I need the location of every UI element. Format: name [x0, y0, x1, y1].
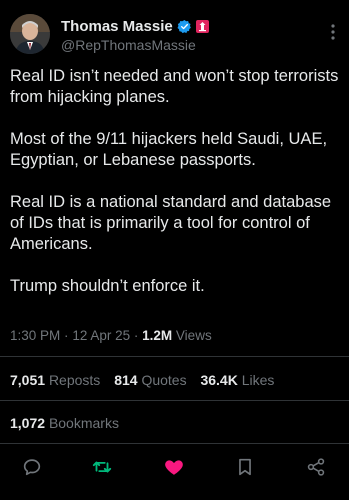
bookmarks-count: 1,072	[10, 415, 46, 431]
quotes-stat[interactable]: 814 Quotes	[114, 372, 190, 388]
views-count[interactable]: 1.2M	[142, 328, 172, 343]
tweet-date[interactable]: 12 Apr 25	[72, 328, 130, 343]
tweet-header: Thomas Massie @RepThomasMassie	[0, 0, 349, 62]
repost-icon[interactable]	[91, 456, 113, 478]
meta-separator: ·	[64, 328, 69, 343]
display-name[interactable]: Thomas Massie	[61, 18, 173, 35]
reposts-label: Reposts	[48, 372, 101, 388]
engagement-stats: 7,051 Reposts 814 Quotes 36.4K Likes	[10, 372, 284, 388]
action-bar	[0, 456, 349, 480]
tweet-paragraph: Trump shouldn’t enforce it.	[10, 277, 205, 295]
verified-badge-icon[interactable]	[177, 19, 192, 34]
likes-label: Likes	[241, 372, 275, 388]
quotes-count: 814	[114, 372, 138, 388]
views-label: Views	[175, 328, 212, 343]
author-handle[interactable]: @RepThomasMassie	[61, 37, 196, 53]
like-heart-icon[interactable]	[163, 456, 185, 478]
author-name-row: Thomas Massie	[61, 17, 209, 35]
tweet-meta: 1:30 PM · 12 Apr 25 · 1.2M Views	[10, 328, 212, 343]
avatar[interactable]	[10, 14, 50, 54]
divider	[0, 443, 349, 444]
bookmarks-label: Bookmarks	[48, 415, 119, 431]
tweet-time[interactable]: 1:30 PM	[10, 328, 60, 343]
likes-count: 36.4K	[200, 372, 238, 388]
divider	[0, 400, 349, 401]
reposts-count: 7,051	[10, 372, 46, 388]
divider	[0, 356, 349, 357]
bookmark-icon[interactable]	[234, 456, 256, 478]
tweet-paragraph: Real ID isn’t needed and won’t stop terr…	[10, 67, 339, 106]
tweet-paragraph: Most of the 9/11 hijackers held Saudi, U…	[10, 130, 328, 169]
bookmarks-stat[interactable]: 1,072 Bookmarks	[10, 415, 119, 431]
reply-icon[interactable]	[21, 456, 43, 478]
government-affiliation-icon[interactable]	[195, 19, 209, 33]
tweet-text: Real ID isn’t needed and won’t stop terr…	[10, 66, 340, 297]
likes-stat[interactable]: 36.4K Likes	[200, 372, 274, 388]
meta-separator: ·	[133, 328, 139, 343]
avatar-photo-icon	[10, 14, 50, 54]
reposts-stat[interactable]: 7,051 Reposts	[10, 372, 104, 388]
quotes-label: Quotes	[141, 372, 187, 388]
more-options-icon[interactable]	[331, 24, 335, 40]
share-icon[interactable]	[305, 456, 327, 478]
tweet-paragraph: Real ID is a national standard and datab…	[10, 193, 332, 253]
